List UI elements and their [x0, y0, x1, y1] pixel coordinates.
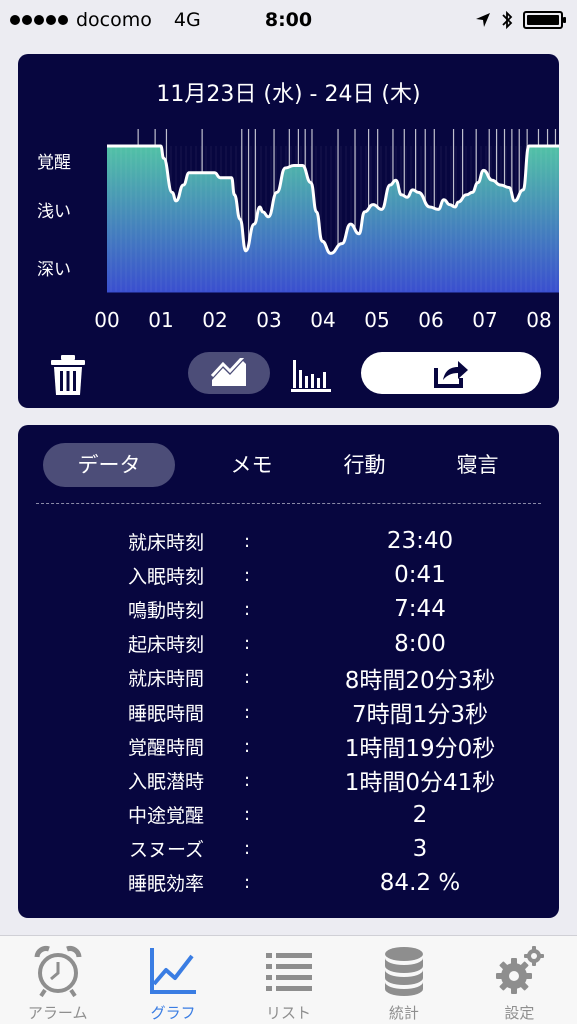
stat-value: 7時間1分3秒 — [352, 702, 488, 729]
stat-value: 8:00 — [394, 630, 446, 657]
stat-value: 1時間19分0秒 — [344, 736, 496, 763]
hour-label: 02 — [202, 308, 228, 332]
stat-value: 23:40 — [386, 528, 454, 555]
stat-colon: : — [243, 872, 251, 894]
tab-bar-item-alarm[interactable]: アラーム — [0, 936, 115, 1024]
stat-label: 中途覚醒 — [127, 805, 204, 828]
tab-bar-item-list[interactable]: リスト — [231, 936, 346, 1024]
stat-row-time-in-bed: 就床時間 : 8時間20分3秒 — [18, 661, 559, 695]
tab-data[interactable]: データ — [43, 443, 175, 487]
sleep-depth-chart — [107, 129, 559, 293]
battery-icon — [523, 11, 566, 29]
carrier-name: docomo — [76, 9, 152, 31]
signal-strength-icon — [10, 15, 68, 25]
stat-value: 8時間20分3秒 — [344, 667, 496, 694]
gear-icon — [496, 946, 545, 994]
tab-bar-item-graph[interactable]: グラフ — [115, 936, 230, 1024]
stat-colon: : — [243, 804, 251, 826]
bluetooth-icon — [502, 10, 513, 30]
stat-label: 就床時間 — [127, 668, 204, 691]
stat-label: スヌーズ — [128, 839, 204, 862]
line-chart-icon — [210, 358, 246, 386]
stat-label: 起床時刻 — [127, 634, 204, 657]
depth-label-awake: 覚醒 — [37, 153, 71, 173]
stat-colon: : — [243, 633, 251, 655]
stat-value: 2 — [412, 801, 428, 828]
divider — [36, 503, 541, 504]
stat-row-bedtime: 就床時刻 : 23:40 — [18, 524, 559, 558]
stat-label: 鳴動時刻 — [127, 599, 204, 622]
hour-label: 01 — [148, 308, 174, 332]
tab-memo[interactable]: メモ — [195, 443, 308, 487]
tab-bar-label: アラーム — [27, 1004, 88, 1022]
status-bar: docomo 4G 8:00 — [0, 0, 577, 40]
share-icon — [434, 361, 468, 388]
stat-row-sleep-latency: 入眠潜時 : 1時間0分41秒 — [18, 763, 559, 797]
tab-bar-label: リスト — [266, 1004, 312, 1022]
stat-row-alarm-ring: 鳴動時刻 : 7:44 — [18, 592, 559, 626]
stat-value: 0:41 — [394, 562, 446, 589]
database-icon — [384, 947, 423, 996]
hour-label: 07 — [472, 308, 498, 332]
hour-label: 04 — [310, 308, 336, 332]
stat-label: 入眠潜時 — [127, 770, 204, 793]
stats-list: 就床時刻 : 23:40 入眠時刻 : 0:41 鳴動時刻 : 7:44 起床時… — [18, 524, 559, 900]
network-type: 4G — [173, 9, 201, 31]
sleep-data-card: データ メモ 行動 寝言 就床時刻 : 23:40 入眠時刻 : 0:41 鳴動… — [18, 425, 559, 918]
bar-chart-icon — [291, 360, 331, 392]
share-button[interactable] — [361, 352, 541, 394]
delete-button[interactable] — [48, 354, 88, 396]
stat-colon: : — [243, 530, 251, 552]
stat-row-sleep-duration: 睡眠時間 : 7時間1分3秒 — [18, 695, 559, 729]
tab-bar: アラーム グラフ リスト 統計 設定 — [0, 935, 577, 1024]
stat-label: 覚醒時間 — [127, 736, 204, 759]
stat-label: 入眠時刻 — [127, 565, 204, 588]
tab-bar-label: グラフ — [150, 1004, 196, 1022]
stat-colon: : — [243, 838, 251, 860]
stat-colon: : — [243, 735, 251, 757]
line-chart-icon — [150, 948, 197, 994]
data-tabs: データ メモ 行動 寝言 — [43, 443, 534, 487]
stat-row-wake-time: 起床時刻 : 8:00 — [18, 627, 559, 661]
stat-row-awake-time: 覚醒時間 : 1時間19分0秒 — [18, 729, 559, 763]
stat-row-mid-awakenings: 中途覚醒 : 2 — [18, 798, 559, 832]
stat-colon: : — [243, 701, 251, 723]
stat-label: 睡眠効率 — [127, 873, 204, 896]
stat-colon: : — [243, 598, 251, 620]
hour-label: 06 — [418, 308, 444, 332]
status-left: docomo 4G — [10, 9, 201, 31]
stat-value: 84.2 % — [379, 869, 461, 896]
tab-bar-item-stats[interactable]: 統計 — [346, 936, 461, 1024]
stat-label: 睡眠時間 — [127, 702, 204, 725]
hour-label: 00 — [94, 308, 120, 332]
tab-bar-label: 統計 — [388, 1004, 419, 1022]
tab-bar-label: 設定 — [504, 1004, 535, 1022]
stat-row-snooze: スヌーズ : 3 — [18, 832, 559, 866]
bar-graph-toggle[interactable] — [291, 356, 331, 392]
depth-label-light: 浅い — [37, 202, 71, 222]
tab-sleep-talk[interactable]: 寝言 — [421, 443, 534, 487]
stat-label: 就床時刻 — [127, 531, 204, 554]
stat-colon: : — [243, 667, 251, 689]
stat-value: 7:44 — [394, 596, 446, 623]
stat-value: 1時間0分41秒 — [344, 770, 496, 797]
location-arrow-icon — [476, 13, 490, 27]
alarm-clock-icon — [34, 946, 82, 998]
sleep-graph-card: 11月23日 (水) - 24日 (木) 覚醒 浅い 深い 00 01 02 0… — [18, 54, 559, 408]
stat-row-sleep-onset: 入眠時刻 : 0:41 — [18, 558, 559, 592]
hour-label: 08 — [526, 308, 552, 332]
tab-bar-item-settings[interactable]: 設定 — [462, 936, 577, 1024]
stat-value: 3 — [412, 835, 428, 862]
tab-action[interactable]: 行動 — [308, 443, 421, 487]
hour-label: 05 — [364, 308, 390, 332]
stat-colon: : — [243, 564, 251, 586]
status-right — [475, 10, 566, 30]
stat-colon: : — [243, 769, 251, 791]
stat-row-sleep-efficiency: 睡眠効率 : 84.2 % — [18, 866, 559, 900]
trash-icon — [51, 355, 85, 395]
line-graph-toggle[interactable] — [188, 352, 270, 394]
list-icon — [265, 953, 312, 991]
depth-label-deep: 深い — [37, 260, 71, 280]
hour-label: 03 — [256, 308, 282, 332]
